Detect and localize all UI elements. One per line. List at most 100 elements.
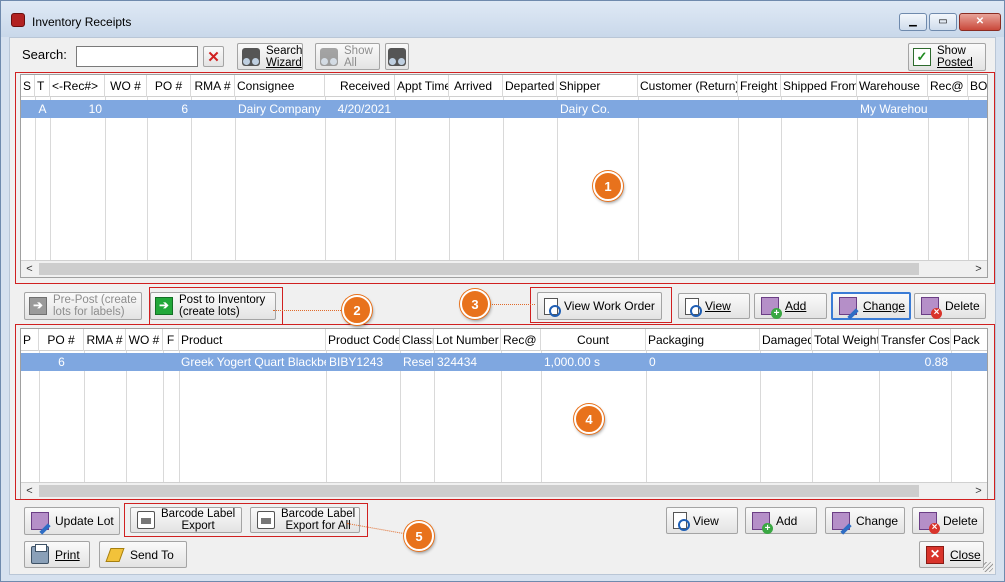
line-add-icon [752, 511, 773, 534]
receipt-view-label: View [705, 299, 731, 313]
col-bo[interactable]: BO [968, 75, 987, 97]
clear-x-icon: ✕ [207, 48, 220, 66]
col-transfer-cost[interactable]: Transfer Cost [879, 329, 951, 351]
app-icon [11, 13, 25, 27]
col-classif[interactable]: Classif [400, 329, 434, 351]
scroll-left-icon[interactable]: < [21, 261, 38, 277]
col-received[interactable]: Received [325, 75, 395, 97]
col-rec[interactable]: <-Rec#> [50, 75, 105, 97]
col-departed[interactable]: Departed [503, 75, 557, 97]
callout-badge-3: 3 [460, 289, 490, 319]
col-shipped-from[interactable]: Shipped From [781, 75, 857, 97]
send-to-label: Send To [130, 547, 174, 562]
cell-shipped-from [781, 100, 857, 118]
col-line-rec-at[interactable]: Rec@ [501, 329, 541, 351]
col-product-code[interactable]: Product Code [326, 329, 400, 351]
col-po[interactable]: PO # [147, 75, 191, 97]
show-posted-button[interactable]: ✓ Show Posted [908, 43, 986, 71]
col-damaged[interactable]: Damaged [760, 329, 812, 351]
print-button[interactable]: Print [24, 541, 90, 568]
clear-search-button[interactable]: ✕ [203, 46, 224, 67]
close-button[interactable]: ✕ Close [919, 541, 984, 568]
update-lot-button[interactable]: Update Lot [24, 507, 120, 535]
cell-transfer-cost: 0.88 [924, 355, 948, 369]
lines-scroll-left-icon[interactable]: < [21, 483, 38, 499]
line-delete-button[interactable]: Delete [912, 507, 984, 534]
line-add-button[interactable]: Add [745, 507, 817, 534]
receipts-grid-header: S T <-Rec#> WO # PO # RMA # Consignee Re… [21, 75, 987, 97]
receipt-lines-grid[interactable]: P PO # RMA # WO # F Product Product Code… [20, 328, 988, 500]
barcode-export-line1: Barcode Label [161, 508, 236, 520]
line-change-button[interactable]: Change [825, 507, 905, 534]
col-pack[interactable]: Pack [951, 329, 987, 351]
search-star-button[interactable] [385, 43, 409, 70]
view-work-order-button[interactable]: View Work Order [537, 292, 662, 320]
col-p[interactable]: P [21, 329, 39, 351]
cell-freight [738, 100, 781, 118]
search-wizard-button[interactable]: Search Wizard [237, 43, 303, 70]
receipt-line-row[interactable]: 6 Greek Yogert Quart Blackberry BIBY1243… [21, 353, 987, 371]
col-line-po[interactable]: PO # [39, 329, 84, 351]
col-arrived[interactable]: Arrived [449, 75, 503, 97]
show-all-button[interactable]: Show All [315, 43, 380, 70]
col-appt-time[interactable]: Appt Time [395, 75, 449, 97]
maximize-icon: ▭ [938, 16, 948, 27]
cell-arrived [449, 100, 503, 118]
cell-classif: Resell [403, 355, 434, 369]
minimize-icon: ▁ [909, 16, 917, 27]
col-lot-number[interactable]: Lot Number [434, 329, 501, 351]
col-t[interactable]: T [35, 75, 50, 97]
resize-grip[interactable] [983, 562, 993, 572]
col-freight[interactable]: Freight ( [738, 75, 781, 97]
receipt-view-button[interactable]: View [678, 293, 750, 319]
col-f[interactable]: F [163, 329, 179, 351]
col-line-wo[interactable]: WO # [126, 329, 163, 351]
minimize-button[interactable]: ▁ [899, 13, 927, 31]
cell-rma [191, 100, 235, 118]
send-to-button[interactable]: Send To [99, 541, 187, 568]
col-total-weight[interactable]: Total Weight [812, 329, 879, 351]
lines-scroll-right-icon[interactable]: > [970, 483, 987, 499]
receipt-row[interactable]: A 10 6 Dairy Company 4/20/2021 Dairy Co.… [21, 100, 987, 118]
show-posted-line1: Show [937, 45, 966, 57]
col-warehouse[interactable]: Warehouse [857, 75, 928, 97]
receipt-change-button[interactable]: Change [831, 292, 911, 320]
lines-grid-header: P PO # RMA # WO # F Product Product Code… [21, 329, 987, 351]
barcode-all-line2: Export for All [285, 520, 351, 532]
line-view-button[interactable]: View [666, 507, 738, 534]
search-input[interactable] [76, 46, 198, 67]
callout-badge-5: 5 [404, 521, 434, 551]
post-line1: Post to Inventory [179, 294, 266, 306]
col-rma[interactable]: RMA # [191, 75, 235, 97]
cell-wo [105, 100, 147, 118]
col-consignee[interactable]: Consignee [235, 75, 325, 97]
receipt-add-button[interactable]: Add [754, 293, 827, 319]
receipts-scroll-thumb[interactable] [39, 263, 919, 275]
col-s[interactable]: S [21, 75, 35, 97]
col-rec-at[interactable]: Rec@ [928, 75, 968, 97]
col-customer-return[interactable]: Customer (Return) [638, 75, 738, 97]
col-packaging[interactable]: Packaging [646, 329, 760, 351]
maximize-button[interactable]: ▭ [929, 13, 957, 31]
lines-scroll-thumb[interactable] [39, 485, 919, 497]
pre-post-button[interactable]: ➔ Pre-Post (create lots for labels) [24, 292, 142, 320]
lines-hscrollbar[interactable]: < > [21, 482, 987, 499]
barcode-label-export-all-button[interactable]: Barcode Label Export for All [250, 507, 360, 533]
col-product[interactable]: Product [179, 329, 326, 351]
scroll-right-icon[interactable]: > [970, 261, 987, 277]
col-shipper[interactable]: Shipper [557, 75, 638, 97]
title-bar: Inventory Receipts ▁ ▭ ✕ [1, 1, 1004, 37]
close-x-icon: ✕ [926, 545, 944, 564]
close-icon: ✕ [975, 16, 985, 27]
col-line-rma[interactable]: RMA # [84, 329, 126, 351]
barcode-label-export-button[interactable]: Barcode Label Export [130, 507, 242, 533]
close-window-button[interactable]: ✕ [959, 13, 1001, 31]
post-to-inventory-button[interactable]: ➔ Post to Inventory (create lots) [150, 292, 276, 320]
col-count[interactable]: Count [541, 329, 646, 351]
receipts-grid[interactable]: S T <-Rec#> WO # PO # RMA # Consignee Re… [20, 74, 988, 278]
col-wo[interactable]: WO # [105, 75, 147, 97]
cell-departed [503, 100, 557, 118]
printer-all-icon [257, 511, 275, 529]
receipt-delete-button[interactable]: Delete [914, 293, 986, 319]
receipts-hscrollbar[interactable]: < > [21, 260, 987, 277]
